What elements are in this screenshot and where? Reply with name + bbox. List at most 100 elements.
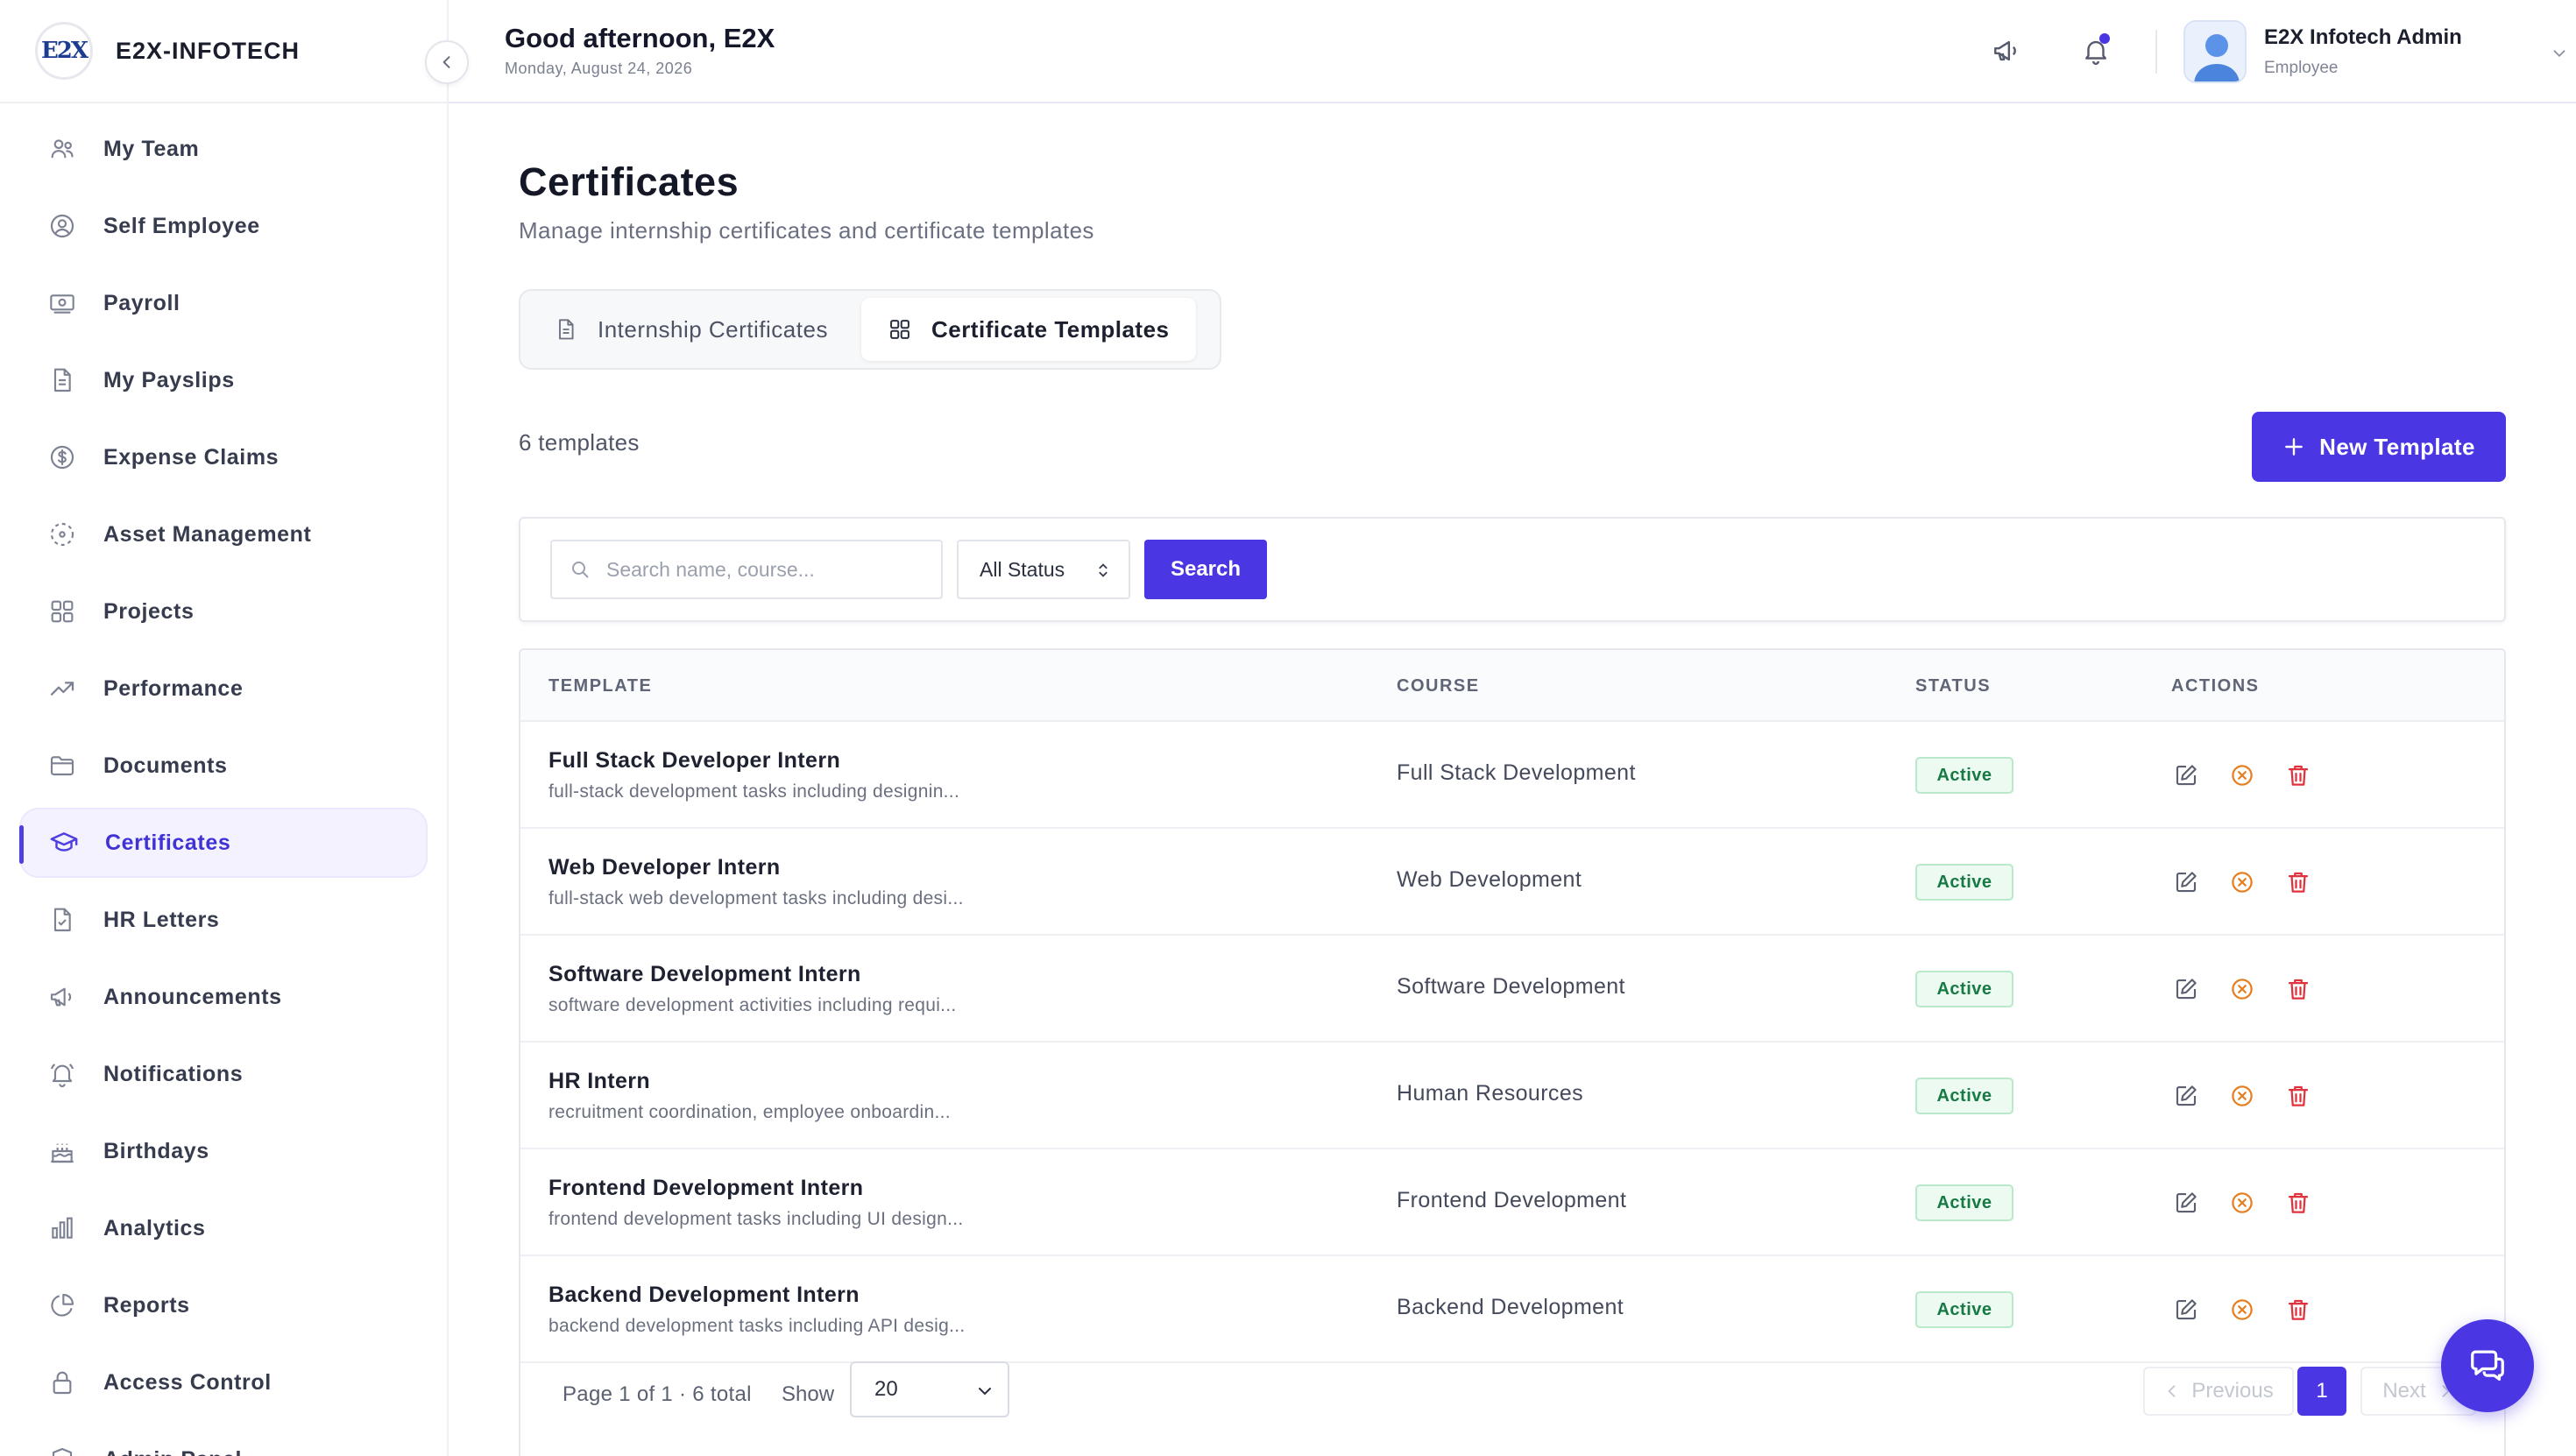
search-button[interactable]: Search: [1144, 540, 1267, 599]
delete-button[interactable]: [2283, 1188, 2313, 1218]
sidebar-item-access-control[interactable]: Access Control: [19, 1347, 428, 1417]
avatar: [2183, 20, 2247, 83]
delete-button[interactable]: [2283, 760, 2313, 790]
pagination-info: Page 1 of 1 · 6 total: [563, 1382, 752, 1406]
sidebar-item-analytics[interactable]: Analytics: [19, 1193, 428, 1263]
table-row: HR Intern recruitment coordination, emplo…: [520, 1043, 2504, 1149]
page-number-button[interactable]: 1: [2297, 1367, 2346, 1416]
dollar-circle-icon: [47, 442, 77, 472]
notifications-button[interactable]: [2077, 32, 2115, 70]
sidebar-item-label: Birthdays: [103, 1138, 209, 1163]
user-circle-icon: [47, 211, 77, 241]
user-role: Employee: [2264, 59, 2339, 77]
grid-icon: [47, 597, 77, 626]
x-circle-icon: [2232, 765, 2253, 786]
column-course: COURSE: [1397, 676, 1480, 696]
table-footer: Page 1 of 1 · 6 total Show 20 Previous 1…: [520, 1344, 2504, 1456]
delete-button[interactable]: [2283, 867, 2313, 897]
edit-icon: [2176, 765, 2197, 786]
sidebar-item-self-employee[interactable]: Self Employee: [19, 191, 428, 261]
edit-button[interactable]: [2171, 974, 2201, 1004]
page-size-select[interactable]: 20: [850, 1361, 1009, 1417]
page-size-value: 20: [874, 1377, 898, 1401]
delete-button[interactable]: [2283, 974, 2313, 1004]
collapse-sidebar-button[interactable]: [425, 40, 469, 84]
edit-button[interactable]: [2171, 867, 2201, 897]
brand-logo[interactable]: E2X: [35, 22, 93, 80]
greeting-date: Monday, August 24, 2026: [505, 60, 693, 77]
sidebar-item-label: Admin Panel: [103, 1447, 242, 1456]
sidebar-item-announcements[interactable]: Announcements: [19, 962, 428, 1032]
template-course: Full Stack Development: [1397, 760, 1636, 785]
status-filter-select[interactable]: All Status: [957, 540, 1130, 599]
trash-icon: [2288, 765, 2309, 786]
deactivate-button[interactable]: [2227, 1081, 2257, 1111]
sidebar-item-my-team[interactable]: My Team: [19, 114, 428, 184]
column-status: STATUS: [1915, 676, 1992, 696]
document-icon: [554, 317, 578, 342]
sidebar-item-certificates[interactable]: Certificates: [19, 808, 428, 878]
sidebar-item-label: Self Employee: [103, 213, 260, 238]
x-circle-icon: [2232, 1299, 2253, 1320]
chevron-down-icon: [979, 1388, 991, 1396]
x-circle-icon: [2232, 1085, 2253, 1106]
file-check-icon: [47, 905, 77, 935]
user-name: E2X Infotech Admin: [2264, 25, 2462, 49]
template-name: Backend Development Intern: [548, 1283, 860, 1307]
new-template-button[interactable]: New Template: [2252, 412, 2506, 482]
deactivate-button[interactable]: [2227, 1188, 2257, 1218]
graduation-cap-icon: [49, 828, 79, 858]
search-icon: [572, 562, 589, 578]
greeting-block: Good afternoon, E2X Monday, August 24, 2…: [505, 23, 775, 78]
deactivate-button[interactable]: [2227, 867, 2257, 897]
edit-button[interactable]: [2171, 760, 2201, 790]
sidebar-item-documents[interactable]: Documents: [19, 731, 428, 801]
sidebar-item-expense-claims[interactable]: Expense Claims: [19, 422, 428, 492]
sidebar-item-hr-letters[interactable]: HR Letters: [19, 885, 428, 955]
sidebar-item-admin-panel[interactable]: Admin Panel: [19, 1424, 428, 1456]
previous-label: Previous: [2191, 1379, 2274, 1403]
sidebar-item-projects[interactable]: Projects: [19, 576, 428, 647]
edit-button[interactable]: [2171, 1295, 2201, 1325]
sidebar-item-my-payslips[interactable]: My Payslips: [19, 345, 428, 415]
sidebar-item-reports[interactable]: Reports: [19, 1270, 428, 1340]
template-description: recruitment coordination, employee onboa…: [548, 1102, 951, 1122]
chat-support-button[interactable]: [2441, 1319, 2534, 1412]
deactivate-button[interactable]: [2227, 760, 2257, 790]
status-badge: Active: [1915, 864, 2013, 901]
status-badge: Active: [1915, 757, 2013, 794]
user-menu[interactable]: E2X Infotech Admin Employee: [2183, 14, 2576, 89]
table-row: Software Development Intern software deve…: [520, 936, 2504, 1043]
new-template-label: New Template: [2319, 433, 2475, 460]
shield-icon: [47, 1445, 77, 1456]
sidebar-item-asset-management[interactable]: Asset Management: [19, 499, 428, 569]
previous-page-button[interactable]: Previous: [2143, 1367, 2294, 1416]
edit-icon: [2176, 1192, 2197, 1213]
tab-internship-certificates[interactable]: Internship Certificates: [527, 298, 854, 361]
search-field[interactable]: [550, 540, 943, 599]
sidebar-item-birthdays[interactable]: Birthdays: [19, 1116, 428, 1186]
sidebar-item-label: Access Control: [103, 1369, 272, 1395]
deactivate-button[interactable]: [2227, 974, 2257, 1004]
sidebar-item-payroll[interactable]: Payroll: [19, 268, 428, 338]
delete-button[interactable]: [2283, 1295, 2313, 1325]
edit-button[interactable]: [2171, 1081, 2201, 1111]
search-input[interactable]: [606, 557, 939, 582]
edit-icon: [2176, 1085, 2197, 1106]
document-icon: [47, 365, 77, 395]
status-filter-value: All Status: [980, 557, 1065, 581]
edit-button[interactable]: [2171, 1188, 2201, 1218]
grid-icon: [888, 317, 912, 342]
deactivate-button[interactable]: [2227, 1295, 2257, 1325]
announcements-button[interactable]: [1987, 32, 2026, 70]
template-name: Software Development Intern: [548, 962, 861, 986]
sidebar-item-performance[interactable]: Performance: [19, 654, 428, 724]
table-row: Web Developer Intern full-stack web devel…: [520, 829, 2504, 936]
status-badge: Active: [1915, 1291, 2013, 1328]
template-description: frontend development tasks including UI …: [548, 1209, 964, 1229]
delete-button[interactable]: [2283, 1081, 2313, 1111]
folder-icon: [47, 751, 77, 781]
sidebar-item-notifications[interactable]: Notifications: [19, 1039, 428, 1109]
tab-certificate-templates[interactable]: Certificate Templates: [860, 298, 1196, 361]
templates-count: 6 templates: [519, 429, 640, 456]
